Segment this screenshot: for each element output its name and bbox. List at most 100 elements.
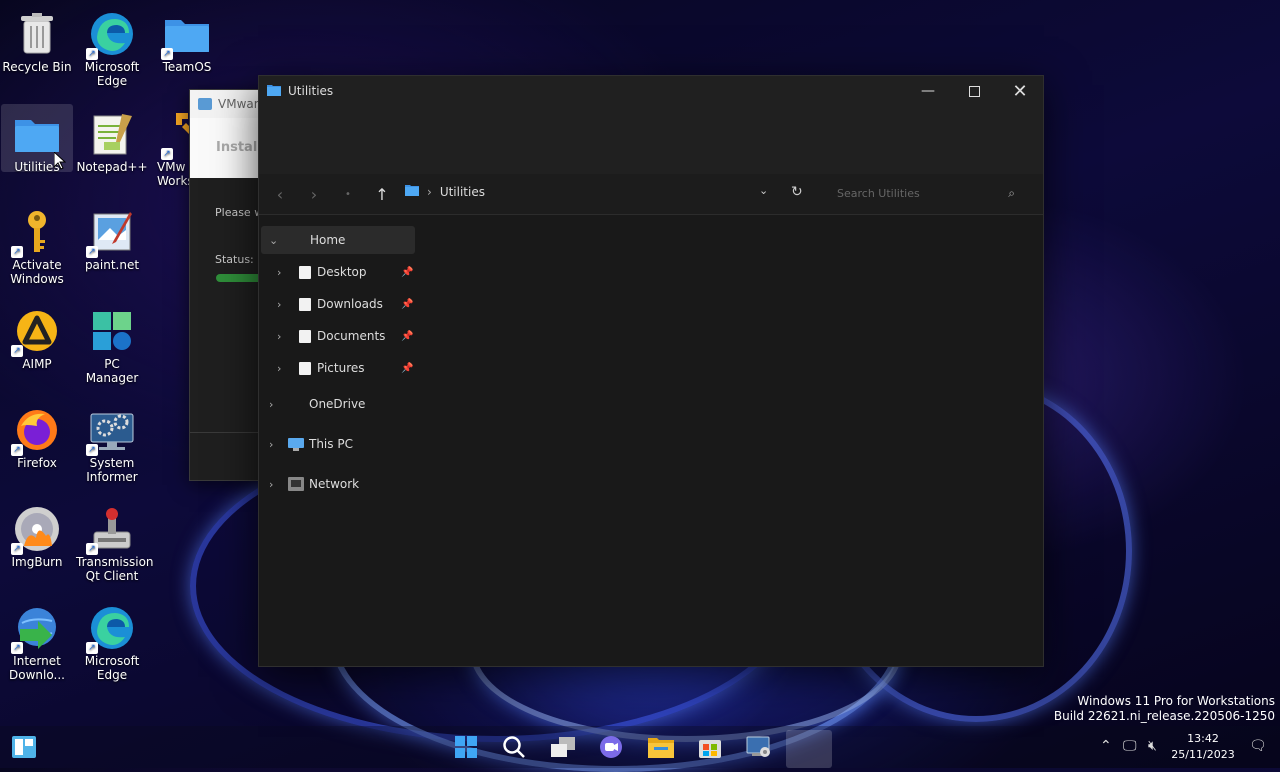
search-box[interactable]: Search Utilities ⌕	[825, 180, 1025, 206]
desktop-icon-system-informer[interactable]: ↗ System Informer	[76, 400, 148, 484]
network-tray-button[interactable]: 🖵	[1123, 738, 1137, 754]
file-explorer-window[interactable]: Utilities — ✕ ‹ › • ↑ › Utilities ⌄ ↻ Se…	[258, 75, 1044, 667]
vmware-status-label: Status:	[215, 253, 254, 266]
shortcut-arrow-icon: ↗	[161, 48, 173, 60]
chevron-up-icon: ⌃	[1100, 738, 1112, 754]
show-hidden-icons-button[interactable]: ⌃	[1100, 738, 1112, 754]
nav-item-this-pc[interactable]: › This PC	[259, 430, 419, 458]
chevron-right-icon: ›	[269, 397, 274, 411]
breadcrumb-item[interactable]: Utilities	[440, 185, 485, 199]
desktop-icon-microsoft-edge-2[interactable]: ↗ Microsoft Edge	[76, 598, 148, 682]
chevron-right-icon: ›	[277, 329, 282, 343]
desktop-icon-label: Transmission Qt Client	[76, 555, 154, 583]
desktop-icon-pc-manager[interactable]: PC Manager	[76, 301, 148, 385]
minimize-button[interactable]: —	[905, 76, 951, 106]
chevron-right-icon: ›	[277, 361, 282, 375]
shortcut-arrow-icon: ↗	[11, 642, 23, 654]
mouse-cursor-icon	[53, 150, 67, 173]
pin-icon[interactable]: 📌	[401, 331, 413, 342]
explorer-ribbon	[259, 106, 1043, 174]
vmware-taskbar-button[interactable]	[745, 734, 773, 762]
desktop-icon-paint-net[interactable]: ↗ paint.net	[76, 202, 148, 272]
shortcut-arrow-icon: ↗	[161, 148, 173, 160]
system-clock[interactable]: 13:42 25/11/2023	[1170, 731, 1236, 763]
folder-icon	[13, 110, 61, 158]
disc-flame-icon: ↗	[11, 505, 61, 555]
windows-logo-icon	[455, 735, 477, 761]
desktop-icon-firefox[interactable]: ↗ Firefox	[1, 400, 73, 470]
chevron-right-icon: ›	[269, 437, 274, 451]
maximize-button[interactable]	[951, 76, 997, 106]
desktop-icon-label: Microsoft Edge	[84, 60, 140, 88]
refresh-button[interactable]: ↻	[791, 184, 803, 200]
nav-item-documents[interactable]: › Documents 📌	[259, 322, 419, 350]
desktop-icon-teamos[interactable]: ↗ TeamOS	[151, 4, 223, 74]
desktop-icon-label: Notepad++	[76, 160, 148, 174]
folder-icon: ↗	[161, 10, 211, 60]
nav-item-label: Home	[310, 233, 346, 247]
desktop-icon-recycle-bin[interactable]: Recycle Bin	[1, 4, 73, 74]
address-dropdown-button[interactable]: ⌄	[759, 184, 768, 197]
notifications-button[interactable]: 🗨︎	[1249, 738, 1267, 754]
shortcut-arrow-icon: ↗	[86, 48, 98, 60]
downloads-folder-icon	[299, 297, 311, 311]
widgets-button[interactable]	[10, 734, 38, 762]
watermark-edition: Windows 11 Pro for Workstations	[1077, 694, 1275, 708]
close-button[interactable]: ✕	[997, 76, 1043, 106]
nav-item-downloads[interactable]: › Downloads 📌	[259, 290, 419, 318]
vmware-body-text: Please w	[215, 206, 264, 219]
edge-icon: ↗	[86, 604, 136, 654]
recycle-bin-icon	[13, 10, 61, 58]
nav-item-pictures[interactable]: › Pictures 📌	[259, 354, 419, 382]
desktop-icon-label: ImgBurn	[11, 555, 63, 569]
desktop-icon-internet-download-manager[interactable]: ↗ Internet Downlo...	[1, 598, 73, 682]
store-icon	[698, 735, 722, 762]
volume-tray-button[interactable]: 🔇︎	[1148, 738, 1157, 754]
microsoft-store-button[interactable]	[696, 734, 724, 762]
chevron-right-icon: ›	[277, 265, 282, 279]
desktop-icon-activate-windows[interactable]: ↗ Activate Windows	[1, 202, 73, 286]
desktop-icon-transmission[interactable]: ↗ Transmission Qt Client	[76, 499, 154, 583]
vmware-logo-icon	[198, 98, 212, 110]
recent-locations-button[interactable]: •	[331, 189, 365, 200]
search-input[interactable]: Search Utilities	[837, 187, 920, 200]
pin-icon[interactable]: 📌	[401, 299, 413, 310]
content-pane[interactable]	[419, 214, 1043, 666]
network-icon	[288, 477, 304, 494]
back-button[interactable]: ‹	[263, 185, 297, 204]
start-button[interactable]	[452, 734, 480, 762]
breadcrumb[interactable]: › Utilities	[405, 184, 485, 199]
nav-item-onedrive[interactable]: › OneDrive	[259, 390, 419, 418]
desktop-icon-aimp[interactable]: ↗ AIMP	[1, 301, 73, 371]
explorer-titlebar[interactable]: Utilities — ✕	[259, 76, 1043, 106]
file-explorer-taskbar-button[interactable]	[647, 734, 675, 762]
desktop-icon-label: Internet Downlo...	[9, 654, 65, 682]
nav-item-label: OneDrive	[309, 397, 366, 411]
arrow-right-icon: ›	[310, 184, 318, 204]
active-taskbar-button[interactable]	[786, 730, 832, 768]
nav-item-network[interactable]: › Network	[259, 470, 419, 498]
desktop-icon-microsoft-edge[interactable]: ↗ Microsoft Edge	[76, 4, 148, 88]
nav-item-desktop[interactable]: › Desktop 📌	[259, 258, 419, 286]
maximize-icon	[968, 85, 980, 97]
firefox-icon: ↗	[11, 406, 61, 456]
nav-item-label: Network	[309, 477, 360, 491]
shortcut-arrow-icon: ↗	[86, 246, 98, 258]
arrow-left-icon: ‹	[276, 184, 284, 204]
task-view-button[interactable]	[549, 734, 577, 762]
minimize-icon: —	[921, 83, 935, 99]
teams-chat-button[interactable]	[597, 734, 625, 762]
pin-icon[interactable]: 📌	[401, 267, 413, 278]
globe-download-icon: ↗	[11, 604, 61, 654]
search-button[interactable]	[500, 734, 528, 762]
forward-button[interactable]: ›	[297, 185, 331, 204]
computer-icon	[288, 438, 304, 454]
notepad-icon	[88, 110, 136, 158]
up-button[interactable]: ↑	[365, 185, 399, 204]
desktop-icon-label: Firefox	[17, 456, 57, 470]
desktop-icon-imgburn[interactable]: ↗ ImgBurn	[1, 499, 73, 569]
desktop-icon-notepad-plus-plus[interactable]: Notepad++	[76, 104, 148, 174]
chat-icon	[599, 735, 623, 762]
pin-icon[interactable]: 📌	[401, 363, 413, 374]
nav-item-home[interactable]: ⌄ Home	[261, 226, 415, 254]
